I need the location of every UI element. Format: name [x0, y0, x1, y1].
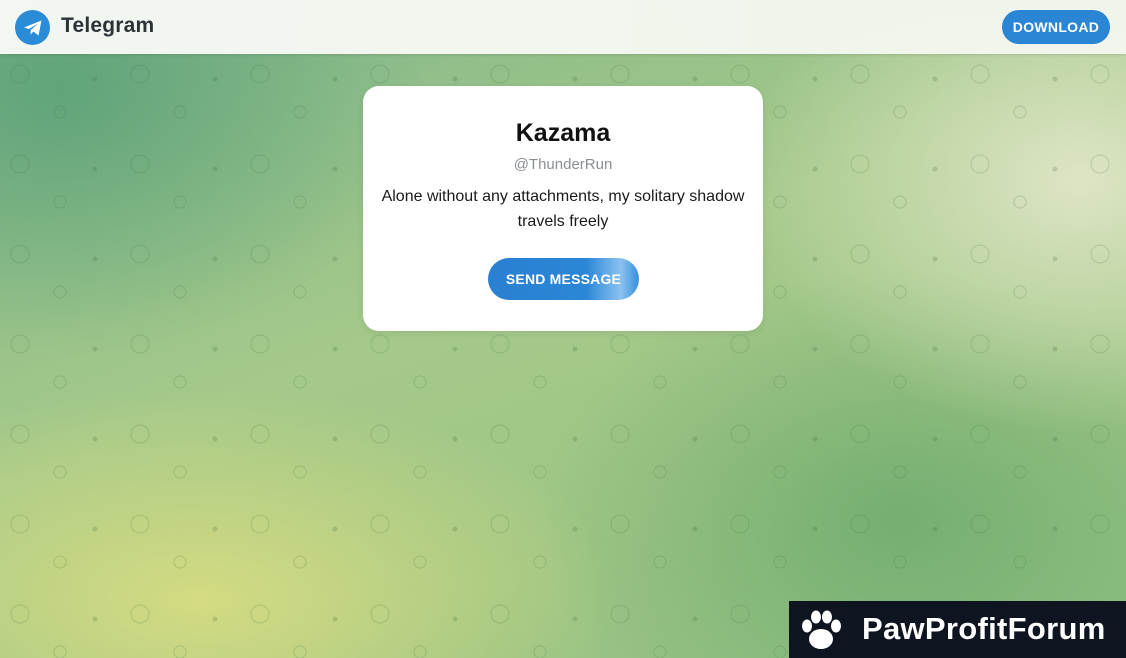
profile-bio: Alone without any attachments, my solita… [381, 188, 745, 230]
brand-name[interactable]: Telegram [61, 14, 154, 38]
watermark-banner: PawProfitForum [789, 601, 1126, 658]
profile-card: Kazama @ThunderRun Alone without any att… [363, 86, 763, 331]
watermark-text: PawProfitForum [862, 611, 1106, 646]
profile-username: @ThunderRun [513, 156, 613, 173]
paw-icon [802, 610, 841, 649]
profile-name: Kazama [515, 119, 611, 147]
top-bar: Telegram DOWNLOAD [0, 0, 1126, 54]
send-message-button[interactable]: SEND MESSAGE [488, 258, 639, 300]
download-button[interactable]: DOWNLOAD [1002, 10, 1110, 44]
telegram-logo-icon[interactable] [15, 10, 50, 45]
